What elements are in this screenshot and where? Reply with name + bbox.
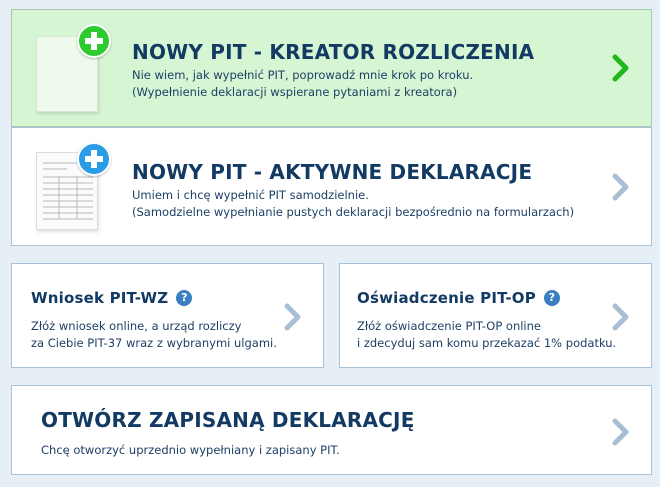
card-description-line2: i zdecyduj sam komu przekazać 1% podatku… (357, 336, 617, 350)
card-description-line1: Umiem i chcę wypełnić PIT samodzielnie. (132, 188, 369, 202)
chevron-right-icon[interactable] (610, 53, 632, 83)
open-saved-declaration-card[interactable]: OTWÓRZ ZAPISANĄ DEKLARACJĘ Chcę otworzyć… (11, 385, 652, 475)
chevron-right-icon[interactable] (610, 417, 632, 447)
help-question-icon[interactable]: ? (543, 290, 560, 306)
card-title: Oświadczenie PIT-OP? (357, 289, 560, 307)
pit-wz-application-card[interactable]: Wniosek PIT-WZ? Złóż wniosek online, a u… (11, 263, 324, 368)
chevron-right-icon[interactable] (610, 172, 632, 202)
chevron-right-icon[interactable] (610, 302, 632, 332)
pit-op-statement-card[interactable]: Oświadczenie PIT-OP? Złóż oświadczenie P… (339, 263, 652, 368)
card-description-line2: za Ciebie PIT-37 wraz z wybranymi ulgami… (31, 336, 277, 350)
card-description-line1: Nie wiem, jak wypełnić PIT, poprowadź mn… (132, 68, 474, 82)
card-title: NOWY PIT - AKTYWNE DEKLARACJE (132, 160, 533, 184)
card-description-line2: (Wypełnienie deklaracji wspierane pytani… (132, 85, 458, 99)
card-title: OTWÓRZ ZAPISANĄ DEKLARACJĘ (41, 408, 415, 432)
new-pit-active-forms-card[interactable]: NOWY PIT - AKTYWNE DEKLARACJE Umiem i ch… (11, 127, 652, 246)
help-question-icon[interactable]: ? (176, 290, 193, 306)
card-title: NOWY PIT - KREATOR ROZLICZENIA (132, 40, 535, 64)
chevron-right-icon[interactable] (282, 302, 304, 332)
card-title: Wniosek PIT-WZ? (31, 289, 193, 307)
card-description-line1: Chcę otworzyć uprzednio wypełniany i zap… (41, 443, 340, 457)
new-pit-wizard-card[interactable]: NOWY PIT - KREATOR ROZLICZENIA Nie wiem,… (11, 9, 652, 127)
card-description-line1: Złóż wniosek online, a urząd rozliczy (31, 319, 242, 333)
card-description-line1: Złóż oświadczenie PIT-OP online (357, 319, 541, 333)
card-description-line2: (Samodzielne wypełnianie pustych deklara… (132, 205, 575, 219)
